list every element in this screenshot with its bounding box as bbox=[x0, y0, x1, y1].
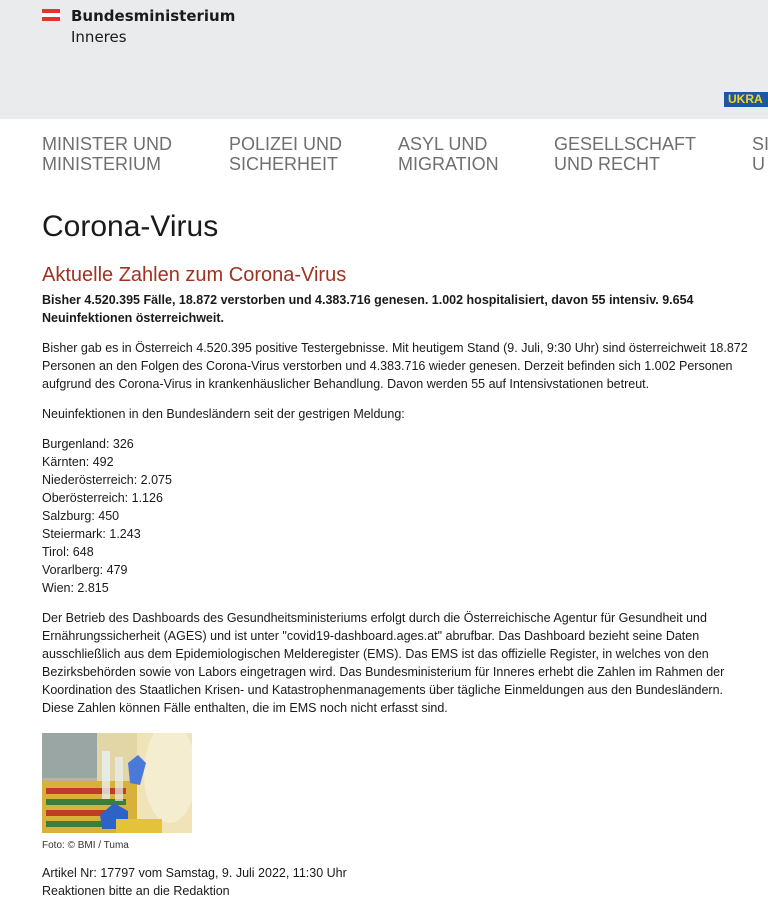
article: Corona-Virus Aktuelle Zahlen zum Corona-… bbox=[42, 208, 756, 898]
article-meta: Artikel Nr: 17797 vom Samstag, 9. Juli 2… bbox=[42, 866, 347, 880]
list-item: Salzburg: 450 bbox=[42, 509, 120, 523]
list-item: Niederösterreich: 2.075 bbox=[42, 473, 172, 487]
list-item: Wien: 2.815 bbox=[42, 581, 109, 595]
article-lead: Bisher 4.520.395 Fälle, 18.872 verstorbe… bbox=[42, 293, 694, 325]
top-header: Bundesministerium Inneres UKRA bbox=[0, 0, 768, 119]
article-paragraph-dashboard: Der Betrieb des Dashboards des Gesundhei… bbox=[42, 611, 725, 715]
nav-minister-und-ministerium[interactable]: MINISTER UND MINISTERIUM bbox=[42, 134, 172, 174]
logo-subtitle: Inneres bbox=[71, 28, 127, 46]
main-navigation: MINISTER UND MINISTERIUM POLIZEI UND SIC… bbox=[0, 134, 768, 178]
list-item: Tirol: 648 bbox=[42, 545, 94, 559]
states-intro: Neuinfektionen in den Bundesländern seit… bbox=[42, 407, 405, 421]
list-item: Vorarlberg: 479 bbox=[42, 563, 128, 577]
article-paragraph-stats: Bisher gab es in Österreich 4.520.395 po… bbox=[42, 341, 748, 391]
feedback-link[interactable]: Reaktionen bitte an die Redaktion bbox=[42, 884, 230, 898]
list-item: Kärnten: 492 bbox=[42, 455, 114, 469]
nav-asyl-und-migration[interactable]: ASYL UND MIGRATION bbox=[398, 134, 499, 174]
nav-gesellschaft-und-recht[interactable]: GESELLSCHAFT UND RECHT bbox=[554, 134, 696, 174]
austrian-flag-icon bbox=[42, 9, 60, 21]
list-item: Burgenland: 326 bbox=[42, 437, 134, 451]
list-item: Steiermark: 1.243 bbox=[42, 527, 141, 541]
ukraine-badge-label: UKRA bbox=[728, 92, 763, 106]
logo-title: Bundesministerium bbox=[71, 7, 236, 25]
lab-photo-image bbox=[42, 733, 192, 833]
photo-caption: Foto: © BMI / Tuma bbox=[42, 840, 129, 851]
article-photo[interactable] bbox=[42, 733, 192, 833]
article-subtitle: Aktuelle Zahlen zum Corona-Virus bbox=[42, 264, 347, 286]
page-title: Corona-Virus bbox=[42, 210, 219, 243]
ukraine-badge-link[interactable]: UKRA bbox=[724, 92, 768, 107]
nav-item-cut-off[interactable]: SI U bbox=[752, 134, 768, 174]
list-item: Oberösterreich: 1.126 bbox=[42, 491, 163, 505]
nav-polizei-und-sicherheit[interactable]: POLIZEI UND SICHERHEIT bbox=[229, 134, 342, 174]
state-infections-list: Burgenland: 326 Kärnten: 492 Niederöster… bbox=[42, 435, 756, 597]
